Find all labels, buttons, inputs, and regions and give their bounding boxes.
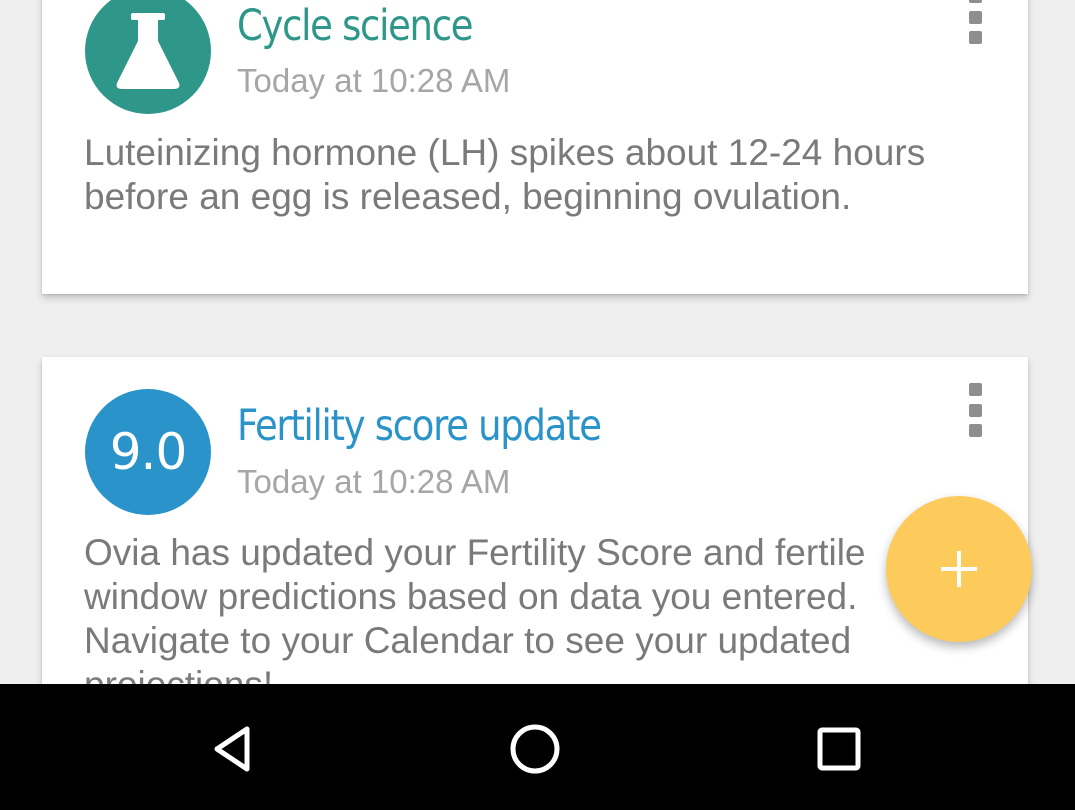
plus-icon <box>941 551 977 587</box>
card-body: Ovia has updated your Fertility Score an… <box>84 532 866 684</box>
system-navigation-bar <box>0 684 1075 810</box>
back-triangle-icon <box>214 726 250 772</box>
recents-square-icon <box>817 727 861 771</box>
fertility-score-value: 9.0 <box>109 423 188 481</box>
more-dot-icon <box>968 403 982 417</box>
more-dot-icon <box>968 424 982 437</box>
nav-back-button[interactable] <box>198 714 268 784</box>
card-body: Luteinizing hormone (LH) spikes about 12… <box>84 132 926 217</box>
more-options-button[interactable] <box>962 383 988 437</box>
flask-icon <box>116 13 180 89</box>
card-title: Cycle science <box>237 1 473 51</box>
card-title: Fertility score update <box>237 401 602 451</box>
more-dot-icon <box>968 0 982 3</box>
fertility-score-badge: 9.0 <box>85 389 211 515</box>
card-timestamp: Today at 10:28 AM <box>237 62 511 99</box>
screen: Cycle science Today at 10:28 AM Luteiniz… <box>0 0 1075 810</box>
card-timestamp: Today at 10:28 AM <box>237 463 511 500</box>
cycle-science-card[interactable]: Cycle science Today at 10:28 AM Luteiniz… <box>42 0 1028 294</box>
nav-home-button[interactable] <box>500 714 570 784</box>
cycle-science-avatar <box>85 0 211 114</box>
more-dot-icon <box>968 10 982 24</box>
more-options-button[interactable] <box>962 0 988 44</box>
nav-recents-button[interactable] <box>804 714 874 784</box>
more-dot-icon <box>968 383 982 396</box>
more-dot-icon <box>968 31 982 44</box>
fertility-score-card[interactable]: 9.0 Fertility score update Today at 10:2… <box>42 357 1028 684</box>
add-entry-fab[interactable] <box>886 496 1032 642</box>
home-circle-icon <box>510 724 560 774</box>
